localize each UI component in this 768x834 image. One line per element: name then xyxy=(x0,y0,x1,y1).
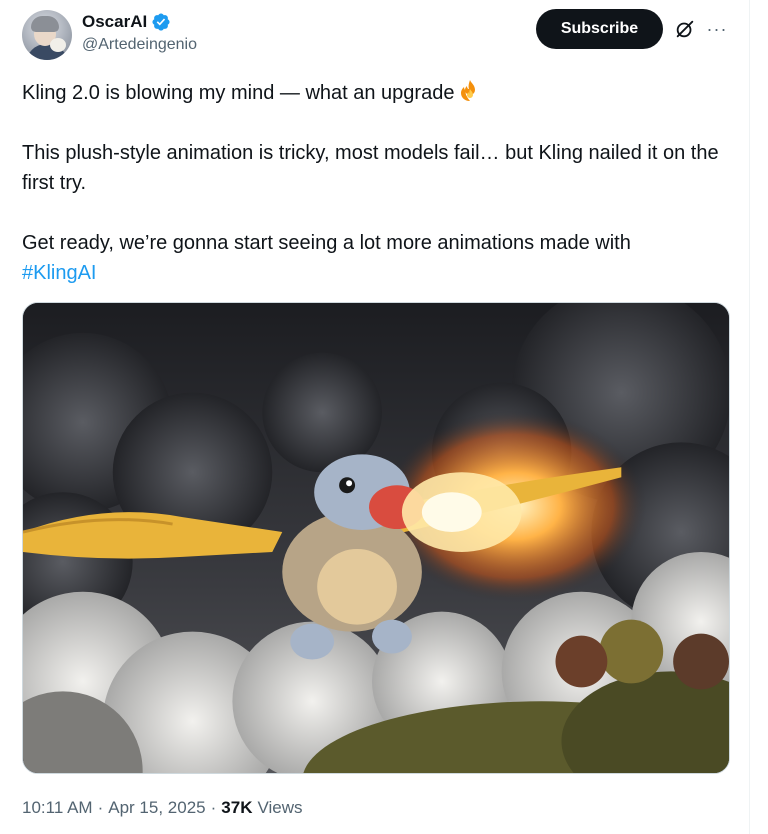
avatar-pet-shape xyxy=(50,38,66,52)
tweet-card: OscarAI @Artedeingenio Subscribe ··· Kli… xyxy=(0,0,750,834)
tweet-line-1: Kling 2.0 is blowing my mind — what an u… xyxy=(22,78,732,108)
more-icon[interactable]: ··· xyxy=(704,16,730,42)
tweet-text: Kling 2.0 is blowing my mind — what an u… xyxy=(22,78,732,288)
tweet-date[interactable]: Apr 15, 2025 xyxy=(108,798,205,818)
tweet-line-3: Get ready, we’re gonna start seeing a lo… xyxy=(22,228,732,288)
meta-separator-2: · xyxy=(210,798,217,817)
author-name-row[interactable]: OscarAI xyxy=(82,11,171,33)
verified-badge-icon xyxy=(152,13,170,31)
subscribe-button[interactable]: Subscribe xyxy=(536,9,663,49)
avatar[interactable] xyxy=(22,10,72,60)
fire-emoji-icon xyxy=(461,80,476,101)
meta-separator-1: · xyxy=(97,798,104,817)
media-image[interactable] xyxy=(22,302,730,774)
views-label: Views xyxy=(257,798,303,817)
grok-icon[interactable] xyxy=(674,18,696,40)
author-handle[interactable]: @Artedeingenio xyxy=(82,36,197,54)
avatar-hair-shape xyxy=(31,16,59,32)
tweet-line-3-text: Get ready, we’re gonna start seeing a lo… xyxy=(22,232,631,254)
hashtag-link[interactable]: #KlingAI xyxy=(22,262,97,284)
tweet-line-1-text: Kling 2.0 is blowing my mind — what an u… xyxy=(22,82,455,104)
tweet-meta: 10:11 AM · Apr 15, 2025 · 37K Views xyxy=(22,798,303,818)
tweet-line-2: This plush-style animation is tricky, mo… xyxy=(22,142,719,194)
plush-dragon-image xyxy=(23,303,729,773)
tweet-time[interactable]: 10:11 AM xyxy=(22,798,93,818)
views-count[interactable]: 37K xyxy=(221,798,252,818)
display-name[interactable]: OscarAI xyxy=(82,12,147,32)
